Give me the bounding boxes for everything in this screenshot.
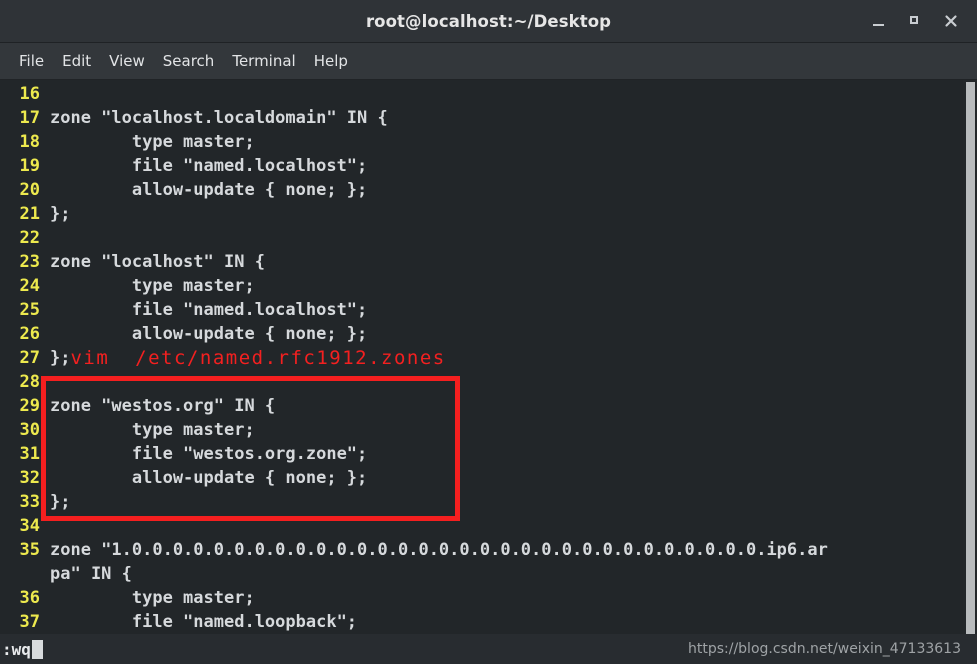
menu-item-search[interactable]: Search — [154, 49, 224, 73]
code-line: 33 }; — [0, 490, 963, 514]
line-number: 24 — [19, 276, 40, 296]
menu-item-file[interactable]: File — [10, 49, 53, 73]
code-line: 16 — [0, 82, 963, 106]
annotation-vim-command: vim /etc/named.rfc1912.zones — [70, 347, 446, 369]
code-line: 17 zone "localhost.localdomain" IN { — [0, 106, 963, 130]
code-line-annotated: 27 }; vim /etc/named.rfc1912.zones — [0, 346, 963, 370]
code-line: 32 allow-update { none; }; — [0, 466, 963, 490]
line-number: 22 — [19, 228, 40, 248]
line-text: }; — [50, 492, 71, 512]
line-text: zone "localhost.localdomain" IN { — [50, 108, 388, 128]
line-number: 33 — [19, 492, 40, 512]
title-bar: root@localhost:~/Desktop — [0, 0, 977, 43]
vim-command-line[interactable]: :wq — [2, 640, 31, 659]
window-title: root@localhost:~/Desktop — [365, 11, 612, 31]
line-text: file "named.localhost"; — [50, 300, 368, 320]
code-line: 23 zone "localhost" IN { — [0, 250, 963, 274]
terminal-window: root@localhost:~/Desktop File Edit View … — [0, 0, 977, 664]
line-number: 28 — [19, 372, 40, 392]
line-number: 31 — [19, 444, 40, 464]
menu-item-edit[interactable]: Edit — [53, 49, 100, 73]
line-text: type master; — [50, 132, 255, 152]
line-text: file "named.localhost"; — [50, 156, 368, 176]
code-line: 28 — [0, 370, 963, 394]
code-line: 18 type master; — [0, 130, 963, 154]
code-line: 19 file "named.localhost"; — [0, 154, 963, 178]
line-number: 27 — [19, 348, 40, 368]
line-number: 21 — [19, 204, 40, 224]
line-text-continuation: pa" IN { — [50, 564, 132, 584]
line-number: 17 — [19, 108, 40, 128]
menu-bar: File Edit View Search Terminal Help — [0, 43, 977, 80]
line-text: zone "1.0.0.0.0.0.0.0.0.0.0.0.0.0.0.0.0.… — [50, 540, 828, 560]
menu-item-terminal[interactable]: Terminal — [223, 49, 304, 73]
scrollbar-thumb[interactable] — [966, 82, 975, 634]
watermark-url: https://blog.csdn.net/weixin_47133613 — [687, 641, 961, 657]
vim-status-bar: :wq https://blog.csdn.net/weixin_4713361… — [0, 634, 977, 664]
line-text: allow-update { none; }; — [50, 468, 368, 488]
line-number: 20 — [19, 180, 40, 200]
code-line: 34 — [0, 514, 963, 538]
code-line: 29 zone "westos.org" IN { — [0, 394, 963, 418]
line-number: 16 — [19, 84, 40, 104]
maximize-icon[interactable] — [907, 13, 923, 29]
line-text: allow-update { none; }; — [50, 324, 368, 344]
minimize-icon[interactable] — [871, 13, 887, 29]
line-number: 37 — [19, 612, 40, 632]
code-line: 30 type master; — [0, 418, 963, 442]
line-number: 29 — [19, 396, 40, 416]
line-text: type master; — [50, 276, 255, 296]
code-line: 20 allow-update { none; }; — [0, 178, 963, 202]
line-number: 36 — [19, 588, 40, 608]
line-number: 34 — [19, 516, 40, 536]
code-line: 36 type master; — [0, 586, 963, 610]
line-text: file "westos.org.zone"; — [50, 444, 368, 464]
line-text: }; — [50, 204, 71, 224]
code-line: 31 file "westos.org.zone"; — [0, 442, 963, 466]
window-controls — [871, 0, 969, 42]
line-text: allow-update { none; }; — [50, 180, 368, 200]
line-number: 25 — [19, 300, 40, 320]
line-number: 19 — [19, 156, 40, 176]
code-line: 26 allow-update { none; }; — [0, 322, 963, 346]
close-icon[interactable] — [943, 13, 959, 29]
vim-buffer[interactable]: 16 17 zone "localhost.localdomain" IN { … — [0, 80, 963, 634]
code-line: 24 type master; — [0, 274, 963, 298]
line-text: type master; — [50, 420, 255, 440]
menu-item-view[interactable]: View — [100, 49, 154, 73]
code-line-wrapped: 35 zone "1.0.0.0.0.0.0.0.0.0.0.0.0.0.0.0… — [0, 538, 963, 586]
text-cursor — [31, 639, 43, 659]
menu-item-help[interactable]: Help — [305, 49, 357, 73]
line-text: file "named.loopback"; — [50, 612, 358, 632]
code-line: 21 }; — [0, 202, 963, 226]
line-text: }; — [50, 348, 71, 368]
line-number: 32 — [19, 468, 40, 488]
code-line: 25 file "named.localhost"; — [0, 298, 963, 322]
line-number: 26 — [19, 324, 40, 344]
line-text: type master; — [50, 588, 255, 608]
line-number: 30 — [19, 420, 40, 440]
line-text-wrapper: zone "1.0.0.0.0.0.0.0.0.0.0.0.0.0.0.0.0.… — [42, 538, 828, 586]
code-line: 22 — [0, 226, 963, 250]
line-text: zone "westos.org" IN { — [50, 396, 276, 416]
line-text: zone "localhost" IN { — [50, 252, 265, 272]
vertical-scrollbar[interactable] — [963, 80, 977, 634]
line-number: 18 — [19, 132, 40, 152]
terminal-viewport[interactable]: 16 17 zone "localhost.localdomain" IN { … — [0, 80, 977, 634]
line-number: 35 — [19, 540, 40, 560]
line-number: 23 — [19, 252, 40, 272]
code-line: 37 file "named.loopback"; — [0, 610, 963, 634]
